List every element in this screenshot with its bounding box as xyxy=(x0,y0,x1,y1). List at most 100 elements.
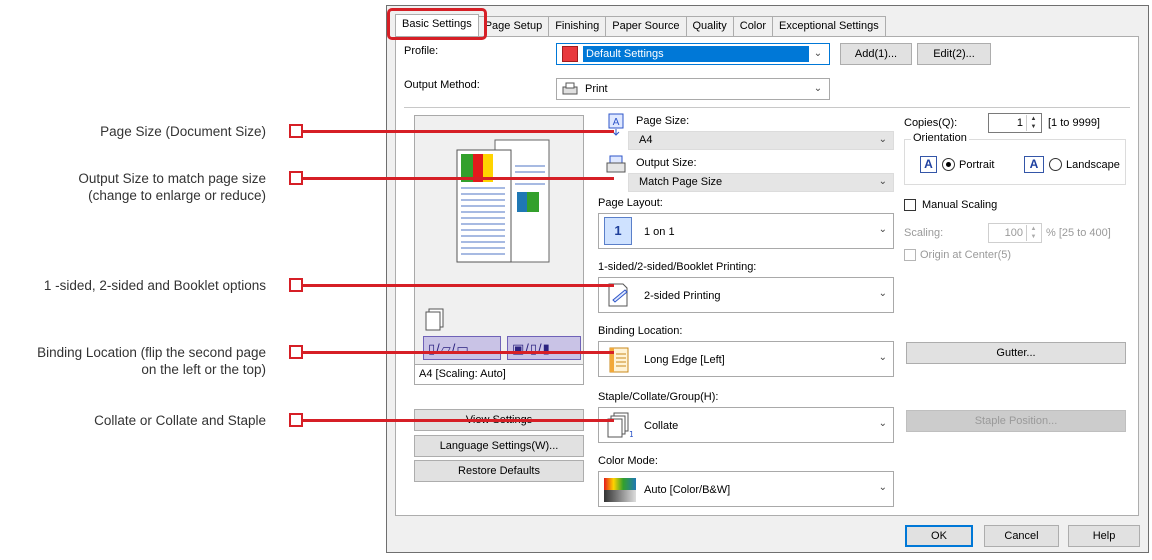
chevron-down-icon: ⌄ xyxy=(878,176,887,187)
tab-exceptional-settings[interactable]: Exceptional Settings xyxy=(772,16,886,36)
binding-mode-strip: ▣/▯/▮ xyxy=(507,336,581,360)
profile-value: Default Settings xyxy=(583,46,809,62)
annotation-line xyxy=(303,177,614,180)
ok-button[interactable]: OK xyxy=(905,525,973,547)
scaling-label: Scaling: xyxy=(904,227,944,239)
scaling-value: 100 xyxy=(1004,227,1023,239)
output-size-value: Match Page Size xyxy=(639,176,723,188)
spinner-arrows-icon[interactable]: ▲ ▼ xyxy=(1026,115,1040,131)
chevron-down-icon: ⌄ xyxy=(878,352,887,363)
output-method-label: Output Method: xyxy=(404,79,480,91)
copies-label: Copies(Q): xyxy=(904,117,958,129)
tab-finishing[interactable]: Finishing xyxy=(548,16,607,36)
profile-add-button[interactable]: Add(1)... xyxy=(840,43,912,65)
help-button[interactable]: Help xyxy=(1068,525,1140,547)
origin-center-checkbox[interactable] xyxy=(904,249,916,261)
tab-page-setup[interactable]: Page Setup xyxy=(477,16,550,36)
tab-highlight-marker xyxy=(387,8,487,40)
output-size-icon xyxy=(606,155,626,175)
page-layout-select[interactable]: 1 1 on 1 ⌄ xyxy=(598,213,894,249)
chevron-down-icon: ⌄ xyxy=(878,482,887,493)
annotation-line xyxy=(303,130,614,133)
preview-panel: ▯/▱/▭ ▣/▯/▮ A4 [Scaling: Auto] xyxy=(414,115,584,385)
preview-caption: A4 [Scaling: Auto] xyxy=(415,364,583,384)
color-auto-icon xyxy=(604,478,636,502)
copies-range: [1 to 9999] xyxy=(1048,117,1100,129)
annotation-page-size: Page Size (Document Size) xyxy=(100,124,266,139)
color-mode-label: Color Mode: xyxy=(598,455,658,467)
tab-paper-source[interactable]: Paper Source xyxy=(605,16,687,36)
printer-properties-dialog: Basic Settings Page Setup Finishing Pape… xyxy=(386,5,1149,553)
landscape-radio[interactable] xyxy=(1049,158,1062,171)
portrait-label: Portrait xyxy=(959,159,995,171)
manual-scaling-label: Manual Scaling xyxy=(922,199,998,211)
chevron-down-icon: ⌄ xyxy=(813,48,823,59)
chevron-down-icon: ⌄ xyxy=(878,418,887,429)
annotation-marker xyxy=(289,345,303,359)
chevron-down-icon: ⌄ xyxy=(813,83,823,94)
page-layout-value: 1 on 1 xyxy=(644,226,675,238)
origin-center-label: Origin at Center(5) xyxy=(920,249,1012,261)
svg-text:A: A xyxy=(613,117,620,128)
printer-icon xyxy=(562,82,578,95)
document-preview-icon xyxy=(456,139,550,263)
language-settings-button[interactable]: Language Settings(W)... xyxy=(414,435,584,457)
svg-text:1: 1 xyxy=(629,430,633,439)
color-mode-value: Auto [Color/B&W] xyxy=(644,484,731,496)
page-size-label: Page Size: xyxy=(636,115,690,127)
page-size-icon: A xyxy=(606,113,626,137)
staple-collate-select[interactable]: 1 Collate ⌄ xyxy=(598,407,894,443)
binding-icons: ▣/▯/▮ xyxy=(512,341,551,356)
page-layout-icon: 1 xyxy=(604,217,632,245)
basic-settings-panel: Profile: Default Settings ⌄ Add(1)... Ed… xyxy=(395,36,1139,516)
chevron-down-icon: ⌄ xyxy=(878,288,887,299)
separator xyxy=(404,107,1130,108)
cancel-button[interactable]: Cancel xyxy=(984,525,1059,547)
annotation-collate: Collate or Collate and Staple xyxy=(94,413,266,428)
color-mode-select[interactable]: Auto [Color/B&W] ⌄ xyxy=(598,471,894,507)
annotation-line xyxy=(303,284,614,287)
duplex-icons: ▯/▱/▭ xyxy=(428,341,470,356)
output-size-select[interactable]: Match Page Size ⌄ xyxy=(628,173,894,192)
scaling-spinner[interactable]: 100 ▲ ▼ xyxy=(988,223,1042,243)
binding-label: Binding Location: xyxy=(598,325,683,337)
output-size-label: Output Size: xyxy=(636,157,697,169)
orientation-label: Orientation xyxy=(911,132,969,144)
staple-collate-value: Collate xyxy=(644,420,679,432)
portrait-icon: A xyxy=(920,156,937,173)
manual-scaling-checkbox[interactable] xyxy=(904,199,916,211)
copies-stack-icon xyxy=(425,308,444,331)
binding-value: Long Edge [Left] xyxy=(644,354,725,366)
annotation-line xyxy=(303,419,614,422)
annotation-marker xyxy=(289,413,303,427)
page-size-select[interactable]: A4 ⌄ xyxy=(628,131,894,150)
profile-edit-button[interactable]: Edit(2)... xyxy=(917,43,991,65)
restore-defaults-button[interactable]: Restore Defaults xyxy=(414,460,584,482)
annotation-marker xyxy=(289,278,303,292)
output-method-select[interactable]: Print ⌄ xyxy=(556,78,830,100)
staple-position-button[interactable]: Staple Position... xyxy=(906,410,1126,432)
landscape-label: Landscape xyxy=(1066,159,1120,171)
profile-icon xyxy=(562,46,578,62)
annotation-binding: Binding Location (flip the second page o… xyxy=(37,345,266,377)
gutter-button[interactable]: Gutter... xyxy=(906,342,1126,364)
chevron-down-icon: ⌄ xyxy=(878,224,887,235)
sided-select[interactable]: 2-sided Printing ⌄ xyxy=(598,277,894,313)
annotation-line xyxy=(303,351,614,354)
tab-quality[interactable]: Quality xyxy=(685,16,734,36)
collate-icon: 1 xyxy=(607,412,633,439)
annotation-output-size: Output Size to match page size (change t… xyxy=(78,171,266,203)
binding-select[interactable]: Long Edge [Left] ⌄ xyxy=(598,341,894,377)
profile-select[interactable]: Default Settings ⌄ xyxy=(556,43,830,65)
tab-color[interactable]: Color xyxy=(732,16,774,36)
portrait-radio[interactable] xyxy=(942,158,955,171)
sided-value: 2-sided Printing xyxy=(644,290,721,302)
landscape-icon: A xyxy=(1024,156,1044,173)
scaling-range: % [25 to 400] xyxy=(1046,227,1111,239)
copies-value: 1 xyxy=(1016,117,1023,129)
spinner-arrows-icon[interactable]: ▲ ▼ xyxy=(1026,225,1040,241)
annotation-marker xyxy=(289,171,303,185)
sided-label: 1-sided/2-sided/Booklet Printing: xyxy=(598,261,757,273)
copies-spinner[interactable]: 1 ▲ ▼ xyxy=(988,113,1042,133)
output-method-value: Print xyxy=(585,83,608,95)
